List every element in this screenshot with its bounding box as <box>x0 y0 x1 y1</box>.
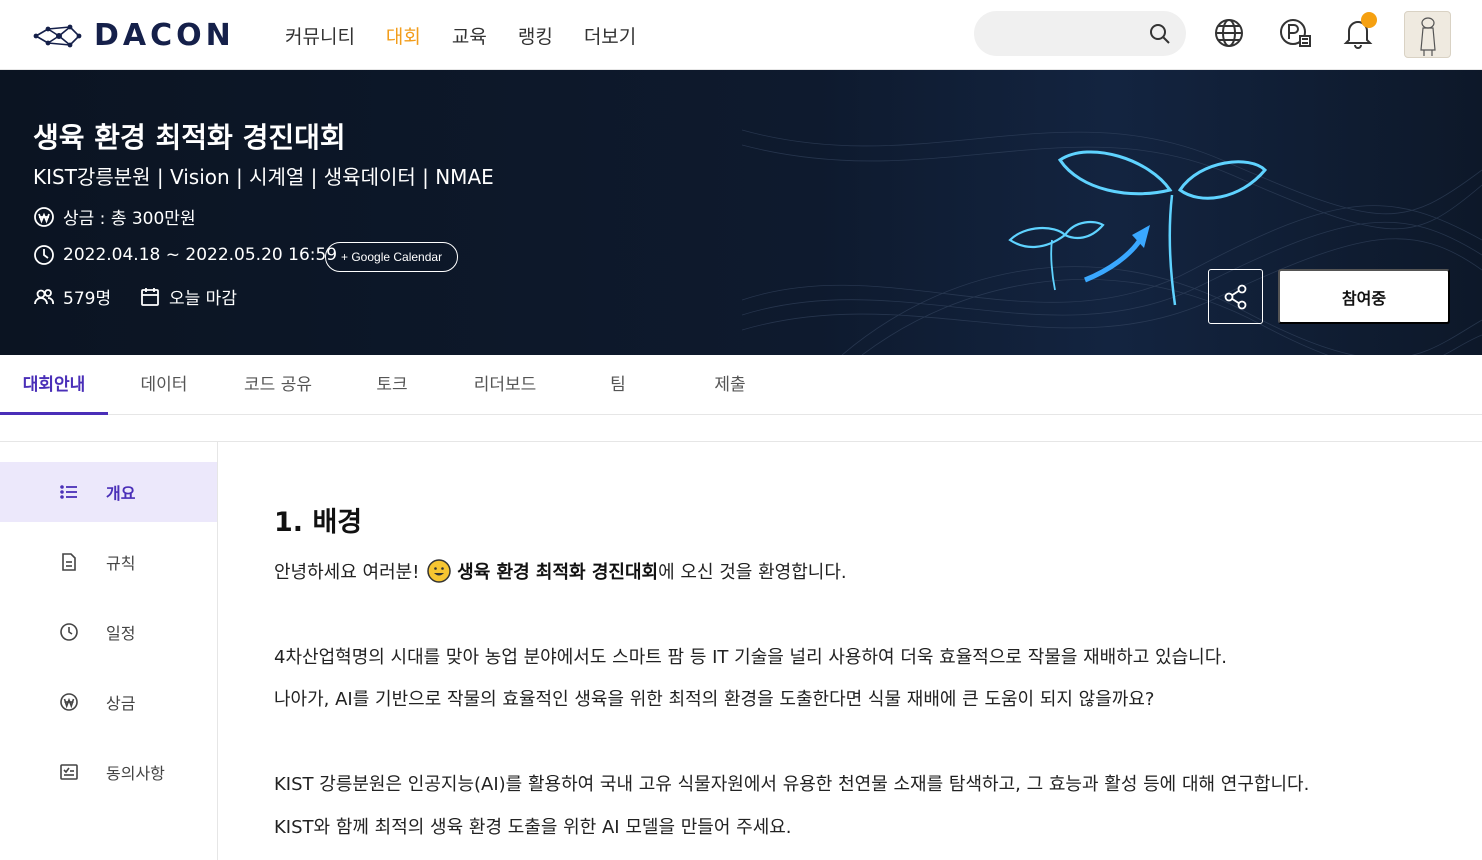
paragraph-3: KIST 강릉분원은 인공지능(AI)를 활용하여 국내 고유 식물자원에서 유… <box>274 774 1310 795</box>
greeting-bold: 생육 환경 최적화 경진대회 <box>457 562 659 583</box>
calendar-icon <box>141 287 159 306</box>
google-calendar-button[interactable]: + Google Calendar <box>325 242 459 272</box>
greeting-prefix: 안녕하세요 여러분! <box>274 562 420 583</box>
menu-item-competition[interactable]: 대회 <box>386 22 421 49</box>
sidebar-item-agreement[interactable]: 동의사항 <box>0 742 217 802</box>
tab-team[interactable]: 팀 <box>590 355 646 415</box>
menu-item-community[interactable]: 커뮤니티 <box>285 22 355 49</box>
competition-banner: 생육 환경 최적화 경진대회 KIST강릉분원 | Vision | 시계열 |… <box>0 70 1482 355</box>
won-icon <box>60 693 78 711</box>
paragraph-4: KIST와 함께 최적의 생육 환경 도출을 위한 AI 모델을 만들어 주세요… <box>274 817 792 838</box>
greeting-suffix: 에 오신 것을 환영합니다. <box>658 562 847 583</box>
sidebar-item-label: 규칙 <box>106 554 136 573</box>
paragraph-1: 4차산업혁명의 시대를 맞아 농업 분야에서도 스마트 팜 등 IT 기술을 널… <box>274 647 1228 668</box>
competition-tabs: 대회안내 데이터 코드 공유 토크 리더보드 팀 제출 <box>0 355 1482 415</box>
sidebar: 개요 규칙 일정 상금 동의사항 <box>0 442 218 860</box>
prize-row: 상금 : 총 300만원 <box>33 204 196 229</box>
share-icon <box>1224 284 1246 309</box>
search-input[interactable] <box>974 11 1134 56</box>
document-icon <box>62 553 76 571</box>
deadline-row: 오늘 마감 <box>139 284 237 309</box>
period-text: 2022.04.18 ~ 2022.05.20 16:59 <box>63 245 338 265</box>
point-icon[interactable] <box>1278 16 1312 50</box>
people-icon <box>34 288 54 304</box>
sidebar-item-label: 개요 <box>106 484 136 503</box>
competition-tags: KIST강릉분원 | Vision | 시계열 | 생육데이터 | NMAE <box>33 165 494 189</box>
clock-icon <box>34 245 54 265</box>
sidebar-item-label: 상금 <box>106 694 136 713</box>
logo-text: DACON <box>94 18 235 53</box>
tab-code-share[interactable]: 코드 공유 <box>228 355 328 415</box>
sidebar-item-label: 동의사항 <box>106 764 165 783</box>
avatar-icon <box>1420 17 1436 56</box>
avatar[interactable] <box>1404 11 1451 58</box>
sidebar-item-schedule[interactable]: 일정 <box>0 602 217 662</box>
section-heading: 1. 배경 <box>274 507 363 538</box>
participants-count: 579명 <box>63 289 112 309</box>
logo[interactable]: DACON <box>32 18 235 53</box>
globe-icon[interactable] <box>1212 16 1246 50</box>
overview-content: 1. 배경 안녕하세요 여러분! 생육 환경 최적화 경진대회에 오신 것을 환… <box>274 500 1454 838</box>
sidebar-item-prize[interactable]: 상금 <box>0 672 217 732</box>
sidebar-item-rules[interactable]: 규칙 <box>0 532 217 592</box>
greeting-paragraph: 안녕하세요 여러분! 생육 환경 최적화 경진대회에 오신 것을 환영합니다. <box>274 558 847 584</box>
tab-leaderboard[interactable]: 리더보드 <box>460 355 550 415</box>
menu-item-education[interactable]: 교육 <box>452 22 487 49</box>
competition-title: 생육 환경 최적화 경진대회 <box>33 121 346 154</box>
section-divider <box>0 441 1482 442</box>
tab-overview[interactable]: 대회안내 <box>0 355 108 415</box>
tab-data[interactable]: 데이터 <box>118 355 210 415</box>
paragraph-2: 나아가, AI를 기반으로 작물의 효율적인 생육을 위한 최적의 환경을 도출… <box>274 689 1155 710</box>
search-box <box>974 11 1186 56</box>
menu-item-more[interactable]: 더보기 <box>584 22 636 49</box>
participants-row: 579명 <box>33 284 111 309</box>
tab-submit[interactable]: 제출 <box>700 355 760 415</box>
logo-network-icon <box>33 24 82 47</box>
period-row: 2022.04.18 ~ 2022.05.20 16:59 <box>33 244 337 266</box>
sidebar-item-label: 일정 <box>106 624 136 643</box>
menu-item-ranking[interactable]: 랭킹 <box>518 22 553 49</box>
smile-emoji-icon <box>427 559 451 583</box>
share-button[interactable] <box>1208 269 1263 324</box>
won-icon <box>34 206 54 227</box>
search-icon[interactable] <box>1148 22 1172 46</box>
tab-talk[interactable]: 토크 <box>352 355 432 415</box>
main-menu: 커뮤니티 대회 교육 랭킹 더보기 <box>285 22 636 49</box>
deadline-text: 오늘 마감 <box>169 289 237 309</box>
top-navigation: DACON 커뮤니티 대회 교육 랭킹 더보기 <box>0 0 1482 70</box>
notification-badge <box>1361 12 1377 28</box>
clock-icon <box>60 623 78 641</box>
list-icon <box>60 485 77 499</box>
checklist-icon <box>60 764 78 780</box>
join-status-button[interactable]: 참여중 <box>1278 269 1450 324</box>
prize-text: 상금 : 총 300만원 <box>63 209 196 229</box>
sidebar-item-overview[interactable]: 개요 <box>0 462 217 522</box>
